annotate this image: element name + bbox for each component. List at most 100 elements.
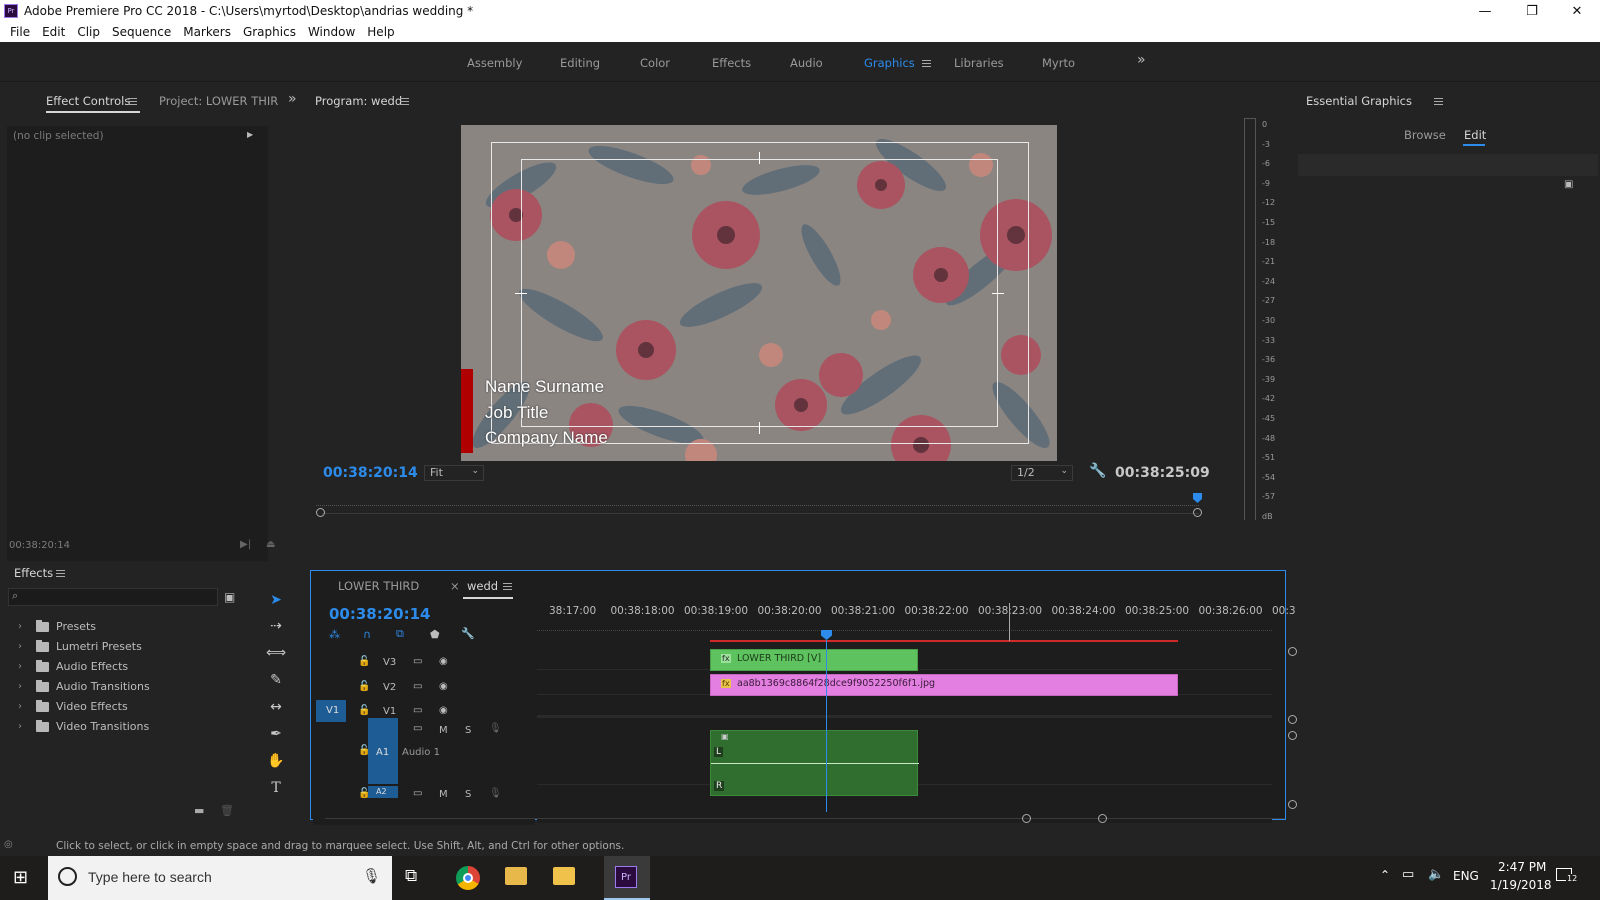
lock-icon[interactable]: 🔓 [358,705,370,716]
timeline-hscrollbar[interactable] [325,818,1285,819]
taskbar-search-box[interactable]: Type here to search 🎙 [48,856,392,900]
workspace-menu-icon[interactable] [922,60,931,67]
clip-lower-third[interactable]: fx LOWER THIRD [V] [710,649,918,671]
timeline-timecode[interactable]: 00:38:20:14 [329,605,431,623]
effect-controls-menu-icon[interactable] [128,98,137,105]
eye-icon[interactable]: ◉ [439,656,448,667]
action-center-icon[interactable]: 12 [1556,866,1579,886]
tab-edit[interactable]: Edit [1464,128,1486,142]
effects-item-video-effects[interactable]: › Video Effects [18,699,128,713]
close-button[interactable]: ✕ [1554,0,1600,22]
lower-third-name[interactable]: Name Surname [485,374,608,400]
effects-search-input[interactable]: ⌕ [8,588,218,606]
volume-icon[interactable]: 🔈 [1428,867,1444,882]
workspace-audio[interactable]: Audio [790,56,823,70]
voiceover-mic-icon[interactable]: 🎙 [489,723,502,734]
menu-window[interactable]: Window [302,25,361,39]
type-tool-icon[interactable]: T [266,778,286,798]
workspace-effects[interactable]: Effects [712,56,751,70]
new-layer-icon[interactable]: ▣ [1564,179,1573,190]
restore-button[interactable]: ❐ [1509,0,1555,22]
vscroll-handle[interactable] [1288,800,1297,809]
track-select-tool-icon[interactable]: ⇢ [266,616,286,636]
selection-tool-icon[interactable]: ➤ [266,590,286,610]
network-icon[interactable]: ▭ [1402,867,1414,882]
lower-third-company[interactable]: Company Name [485,425,608,451]
lock-icon[interactable]: 🔓 [358,788,370,799]
add-marker-icon[interactable]: ⬟ [430,628,440,641]
clip-audio[interactable]: L R ▣ [710,730,919,796]
minimize-button[interactable]: — [1462,0,1508,22]
effects-item-lumetri-presets[interactable]: › Lumetri Presets [18,639,142,653]
solo-button[interactable]: S [465,789,471,800]
program-menu-icon[interactable] [400,98,409,105]
effects-item-video-transitions[interactable]: › Video Transitions [18,719,149,733]
vscroll-handle[interactable] [1288,647,1297,656]
new-custom-bin-icon[interactable]: ▬ [194,804,204,817]
scroll-handle-right[interactable] [1193,508,1202,517]
hand-tool-icon[interactable]: ✋ [266,751,286,771]
language-indicator[interactable]: ENG [1453,869,1479,883]
essential-graphics-title[interactable]: Essential Graphics [1306,94,1412,108]
delete-icon[interactable]: 🗑 [220,804,234,817]
program-title[interactable]: Program: wedd [315,94,402,108]
vscroll-handle[interactable] [1288,715,1297,724]
eye-icon[interactable]: ◉ [439,705,448,716]
show-hidden-icons[interactable]: ⌃ [1380,868,1390,882]
hscroll-handle-left[interactable] [1022,814,1031,823]
clock-date[interactable]: 1/19/2018 [1490,878,1552,892]
menu-clip[interactable]: Clip [71,25,106,39]
windows-start-icon[interactable]: ⊞ [13,867,28,888]
timeline-menu-icon[interactable] [503,583,512,590]
tab-wedd-sequence[interactable]: wedd [467,579,498,593]
sync-lock-icon[interactable]: ▭ [413,723,422,734]
menu-sequence[interactable]: Sequence [106,25,177,39]
eye-icon[interactable]: ◉ [439,681,448,692]
solo-button[interactable]: S [465,725,471,736]
timeline-playhead-line[interactable] [826,640,827,812]
workspace-overflow-icon[interactable]: » [1137,52,1146,68]
timeline-settings-icon[interactable]: 🔧 [461,627,475,640]
program-playhead-timecode[interactable]: 00:38:20:14 [323,465,418,481]
sync-lock-icon[interactable]: ▭ [413,788,422,799]
lock-icon[interactable]: 🔓 [358,745,370,756]
voiceover-mic-icon[interactable]: 🎙 [489,788,502,799]
sync-lock-icon[interactable]: ▭ [413,681,422,692]
track-target-a1[interactable]: A1 [368,718,398,784]
razor-tool-icon[interactable]: ✎ [266,670,286,690]
menu-file[interactable]: File [4,25,36,39]
ripple-edit-tool-icon[interactable]: ⟺ [266,643,286,663]
microphone-icon[interactable]: 🎙 [362,867,381,885]
effects-menu-icon[interactable] [56,570,65,577]
menu-markers[interactable]: Markers [177,25,237,39]
sync-lock-icon[interactable]: ▭ [413,656,422,667]
workspace-editing[interactable]: Editing [560,56,600,70]
track-label-v3[interactable]: V3 [383,657,396,668]
panel-overflow-icon[interactable]: » [288,91,297,107]
tab-project[interactable]: Project: LOWER THIR [159,94,278,108]
tab-lower-third-sequence[interactable]: LOWER THIRD [338,579,419,593]
workspace-color[interactable]: Color [640,56,670,70]
premiere-taskbar-button[interactable]: Pr [604,856,650,900]
scroll-handle-left[interactable] [316,508,325,517]
program-time-ruler[interactable] [316,500,1199,506]
zoom-scrollbar[interactable] [322,513,1199,514]
track-label-v1[interactable]: V1 [383,706,396,717]
lock-icon[interactable]: 🔓 [358,681,370,692]
chrome-icon[interactable] [456,866,480,890]
video-frame[interactable]: Name Surname Job Title Company Name [461,125,1057,461]
workspace-myrto[interactable]: Myrto [1042,56,1075,70]
zoom-select[interactable]: Fit ⌄ [424,465,484,481]
mute-button[interactable]: M [439,725,448,736]
linked-selection-icon[interactable]: ⧉ [396,627,404,641]
file-explorer-icon[interactable] [553,867,575,885]
sync-lock-icon[interactable]: ▭ [413,705,422,716]
hscroll-handle-right[interactable] [1098,814,1107,823]
menu-help[interactable]: Help [361,25,400,39]
menu-edit[interactable]: Edit [36,25,71,39]
wrench-icon[interactable]: 🔧 [1089,463,1106,479]
tab-effect-controls[interactable]: Effect Controls [46,94,130,108]
mute-button[interactable]: M [439,789,448,800]
resolution-select[interactable]: 1/2 ⌄ [1011,465,1073,481]
effects-item-presets[interactable]: › Presets [18,619,96,633]
